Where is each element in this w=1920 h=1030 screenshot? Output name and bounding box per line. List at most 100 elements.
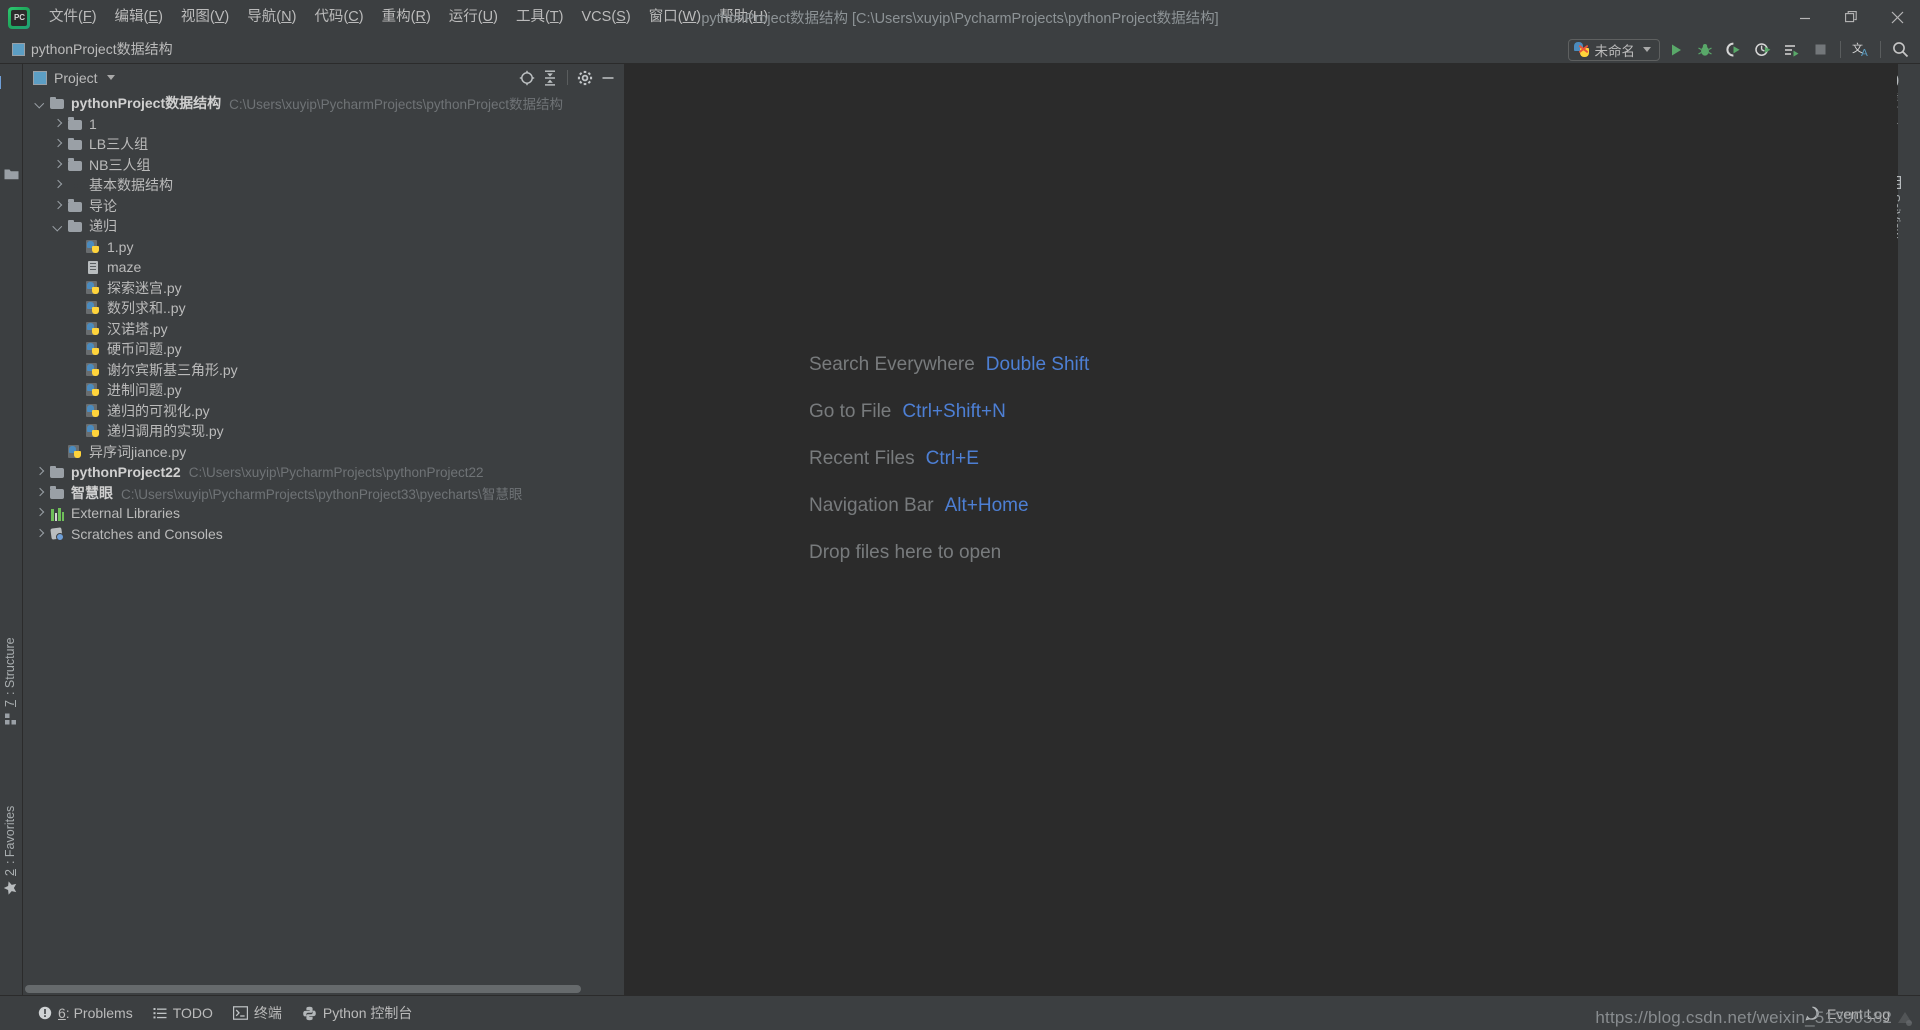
table-row[interactable]: pythonProject数据结构 C:\Users\xuyip\PycharmP…	[23, 93, 624, 114]
python-file-icon	[85, 300, 102, 316]
chevron-right-icon[interactable]	[33, 507, 46, 520]
toolbar-divider-2	[1880, 41, 1881, 58]
external-libraries-icon	[49, 505, 66, 522]
table-row[interactable]: 基本数据结构	[23, 175, 624, 196]
run-with-console-button[interactable]	[1778, 36, 1805, 63]
tree-item-label: 数列求和..py	[107, 300, 186, 317]
sidebar-item-project[interactable]: 1: 项目	[0, 76, 4, 138]
problems-label: : Problems	[65, 1005, 133, 1021]
breadcrumb[interactable]: pythonProject数据结构	[12, 39, 173, 59]
project-tree[interactable]: pythonProject数据结构 C:\Users\xuyip\PycharmP…	[23, 91, 624, 995]
table-row[interactable]: 数列求和..py	[23, 298, 624, 319]
settings-gear-icon[interactable]	[574, 67, 596, 89]
table-row[interactable]: External Libraries	[23, 503, 624, 524]
search-everywhere-button[interactable]	[1887, 36, 1914, 63]
project-panel-title: Project	[54, 69, 98, 86]
editor-hint: Search Everywhere Double Shift	[809, 354, 1089, 376]
menu-item-t[interactable]: 工具(T)	[507, 4, 573, 31]
chevron-right-icon[interactable]	[51, 199, 64, 212]
editor-hint: Recent Files Ctrl+E	[809, 448, 1089, 470]
source-folder-icon	[67, 177, 84, 193]
chevron-right-icon[interactable]	[51, 158, 64, 171]
terminal-button[interactable]: 终端	[232, 1003, 282, 1023]
table-row[interactable]: 汉诺塔.py	[23, 319, 624, 340]
chevron-right-icon[interactable]	[33, 527, 46, 540]
menu-item-label: VCS	[581, 9, 612, 25]
collapse-all-icon[interactable]	[539, 67, 561, 89]
translate-button[interactable]: 文 A	[1847, 36, 1874, 63]
project-tree-hscrollbar[interactable]	[23, 982, 624, 995]
menu-item-mnemonic: (H)	[748, 9, 769, 25]
python-file-icon	[85, 362, 102, 378]
menu-item-n[interactable]: 导航(N)	[238, 4, 305, 31]
menu-item-r[interactable]: 重构(R)	[373, 4, 440, 31]
todo-button[interactable]: TODO	[153, 1005, 213, 1021]
chevron-right-icon[interactable]	[51, 179, 64, 192]
problems-button[interactable]: 6: Problems	[38, 1005, 133, 1021]
tree-item-label: 汉诺塔.py	[107, 320, 168, 337]
table-row[interactable]: 智慧眼 C:\Users\xuyip\PycharmProjects\python…	[23, 483, 624, 504]
run-configuration-selector[interactable]: 未命名	[1567, 38, 1660, 61]
project-panel-title-dropdown[interactable]: Project	[33, 70, 115, 86]
table-row[interactable]: maze	[23, 257, 624, 278]
chevron-right-icon[interactable]	[51, 117, 64, 130]
editor-area[interactable]: Search Everywhere Double Shift Go to File C…	[625, 64, 1897, 995]
sidebar-item-favorites[interactable]: 2: Favorites	[3, 806, 17, 895]
debug-button[interactable]	[1691, 36, 1718, 63]
event-log-button[interactable]: Event Log	[1805, 996, 1890, 1030]
table-row[interactable]: 探索迷宫.py	[23, 278, 624, 299]
tree-item-label: 基本数据结构	[89, 177, 173, 194]
profile-button[interactable]	[1749, 36, 1776, 63]
chevron-right-icon[interactable]	[51, 138, 64, 151]
menu-item-v[interactable]: 视图(V)	[172, 4, 238, 31]
menu-item-h[interactable]: 帮助(H)	[710, 4, 777, 31]
minimize-button[interactable]	[1782, 0, 1828, 35]
python-file-icon	[85, 403, 102, 419]
table-row[interactable]: pythonProject22 C:\Users\xuyip\PycharmPro…	[23, 462, 624, 483]
tree-item-label: 递归的可视化.py	[107, 402, 210, 419]
run-coverage-button[interactable]	[1720, 36, 1747, 63]
table-row[interactable]: 递归的可视化.py	[23, 401, 624, 422]
table-row[interactable]: 谢尔宾斯基三角形.py	[23, 360, 624, 381]
table-row[interactable]: Scratches and Consoles	[23, 524, 624, 545]
terminal-label: 终端	[253, 1005, 282, 1021]
table-row[interactable]: 进制问题.py	[23, 380, 624, 401]
table-row[interactable]: NB三人组	[23, 155, 624, 176]
project-tree-hscrollbar-thumb[interactable]	[25, 985, 581, 993]
chevron-right-icon[interactable]	[33, 486, 46, 499]
close-button[interactable]	[1874, 0, 1920, 35]
menu-item-c[interactable]: 代码(C)	[305, 4, 372, 31]
table-row[interactable]: 导论	[23, 196, 624, 217]
maximize-button[interactable]	[1828, 0, 1874, 35]
table-row[interactable]: 1.py	[23, 237, 624, 258]
menu-item-e[interactable]: 编辑(E)	[106, 4, 172, 31]
chevron-down-icon[interactable]	[51, 220, 64, 233]
menu-item-s[interactable]: VCS(S)	[573, 4, 640, 31]
select-opened-file-icon[interactable]	[516, 67, 538, 89]
chevron-right-icon[interactable]	[33, 466, 46, 479]
sidebar-item-structure[interactable]: 7: Structure	[3, 637, 17, 725]
python-file-icon	[85, 239, 102, 255]
stop-button[interactable]	[1807, 36, 1834, 63]
menu-item-mnemonic: (V)	[209, 9, 230, 25]
run-button[interactable]	[1662, 36, 1689, 63]
table-row[interactable]: LB三人组	[23, 134, 624, 155]
menu-item-w[interactable]: 窗口(W)	[640, 4, 710, 31]
menu-item-f[interactable]: 文件(F)	[40, 4, 106, 31]
table-row[interactable]: 1	[23, 114, 624, 135]
tree-item-label: 进制问题.py	[107, 382, 182, 399]
python-console-button[interactable]: Python 控制台	[302, 1003, 412, 1023]
table-row[interactable]: 硬币问题.py	[23, 339, 624, 360]
chevron-down-icon[interactable]	[33, 97, 46, 110]
corner-gear-icon[interactable]	[1896, 1009, 1914, 1027]
menu-item-u[interactable]: 运行(U)	[440, 4, 507, 31]
table-row[interactable]: 递归	[23, 216, 624, 237]
error-icon	[38, 1006, 52, 1020]
sidebar-item-structure-label: : Structure	[3, 637, 17, 696]
project-panel-header: Project	[23, 64, 624, 91]
table-row[interactable]: 异序词jiance.py	[23, 442, 624, 463]
table-row[interactable]: 递归调用的实现.py	[23, 421, 624, 442]
hide-panel-icon[interactable]	[597, 67, 619, 89]
